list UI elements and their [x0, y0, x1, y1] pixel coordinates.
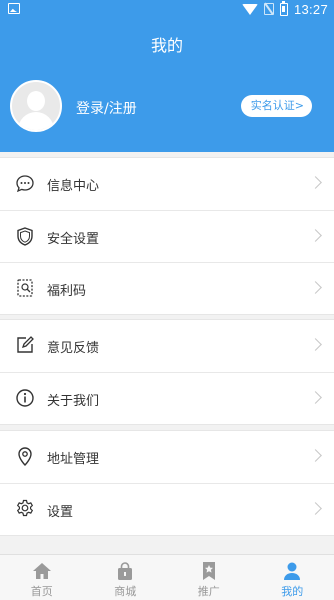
chevron-right-icon: [309, 281, 322, 294]
gear-icon: [14, 498, 36, 520]
chevron-right-icon: [309, 176, 322, 189]
menu-item-settings[interactable]: 设置: [0, 483, 334, 535]
location-pin-icon: [14, 445, 36, 467]
coupon-code-icon: [14, 277, 36, 299]
menu-item-label: 地址管理: [47, 452, 100, 467]
menu-item-security-settings[interactable]: 安全设置: [0, 210, 334, 262]
login-register-link[interactable]: 登录/注册: [76, 98, 137, 118]
tab-label: 首页: [30, 585, 53, 598]
chevron-right-icon: [309, 391, 322, 404]
real-name-verify-button[interactable]: 实名认证>: [240, 95, 312, 117]
tab-label: 商城: [114, 585, 137, 598]
home-icon: [31, 560, 53, 582]
chevron-right-icon: [309, 449, 322, 462]
tab-shop[interactable]: 商城: [84, 555, 168, 600]
tab-label: 我的: [281, 585, 304, 598]
status-bar: 13:27: [0, 0, 334, 18]
menu-item-feedback[interactable]: 意见反馈: [0, 320, 334, 372]
tab-home[interactable]: 首页: [0, 555, 84, 600]
chevron-right-icon: [309, 338, 322, 351]
tab-label: 推广: [197, 585, 220, 598]
tab-promotion[interactable]: 推广: [167, 555, 251, 600]
status-time: 13:27: [293, 1, 328, 17]
chevron-right-icon: [309, 502, 322, 515]
menu-item-label: 设置: [47, 505, 74, 520]
wifi-icon: [241, 3, 258, 15]
edit-icon: [14, 334, 36, 356]
message-icon: [14, 172, 36, 194]
shield-icon: [14, 225, 36, 247]
menu-item-label: 关于我们: [47, 394, 100, 409]
bookmark-star-icon: [198, 560, 220, 582]
menu-item-label: 安全设置: [47, 232, 100, 247]
status-icons: 13:27: [241, 0, 328, 17]
shopping-bag-icon: [114, 560, 136, 582]
menu-item-about-us[interactable]: 关于我们: [0, 372, 334, 424]
info-icon: [14, 387, 36, 409]
person-icon: [281, 560, 303, 582]
avatar-head: [27, 91, 45, 111]
no-sim-icon: [263, 3, 274, 15]
battery-icon: [279, 0, 288, 16]
page-title: 我的: [150, 36, 183, 55]
menu-item-message-center[interactable]: 信息中心: [0, 158, 334, 210]
menu-item-label: 信息中心: [47, 179, 100, 194]
profile-header: 我的 登录/注册 实名认证>: [0, 18, 334, 152]
menu-item-label: 意见反馈: [47, 341, 100, 356]
menu-item-label: 福利码: [47, 284, 87, 299]
menu-item-address-management[interactable]: 地址管理: [0, 431, 334, 483]
menu-group-3: 地址管理 设置: [0, 430, 334, 536]
avatar[interactable]: [10, 80, 62, 132]
avatar-body: [18, 112, 54, 130]
menu-group-1: 信息中心 安全设置 福利码: [0, 157, 334, 315]
bottom-tab-bar: 首页 商城 推广 我的: [0, 554, 334, 600]
menu-item-welfare-code[interactable]: 福利码: [0, 262, 334, 314]
tab-mine[interactable]: 我的: [251, 555, 334, 600]
chevron-right-icon: [309, 229, 322, 242]
menu-group-2: 意见反馈 关于我们: [0, 319, 334, 425]
image-notification-icon: [8, 3, 20, 14]
